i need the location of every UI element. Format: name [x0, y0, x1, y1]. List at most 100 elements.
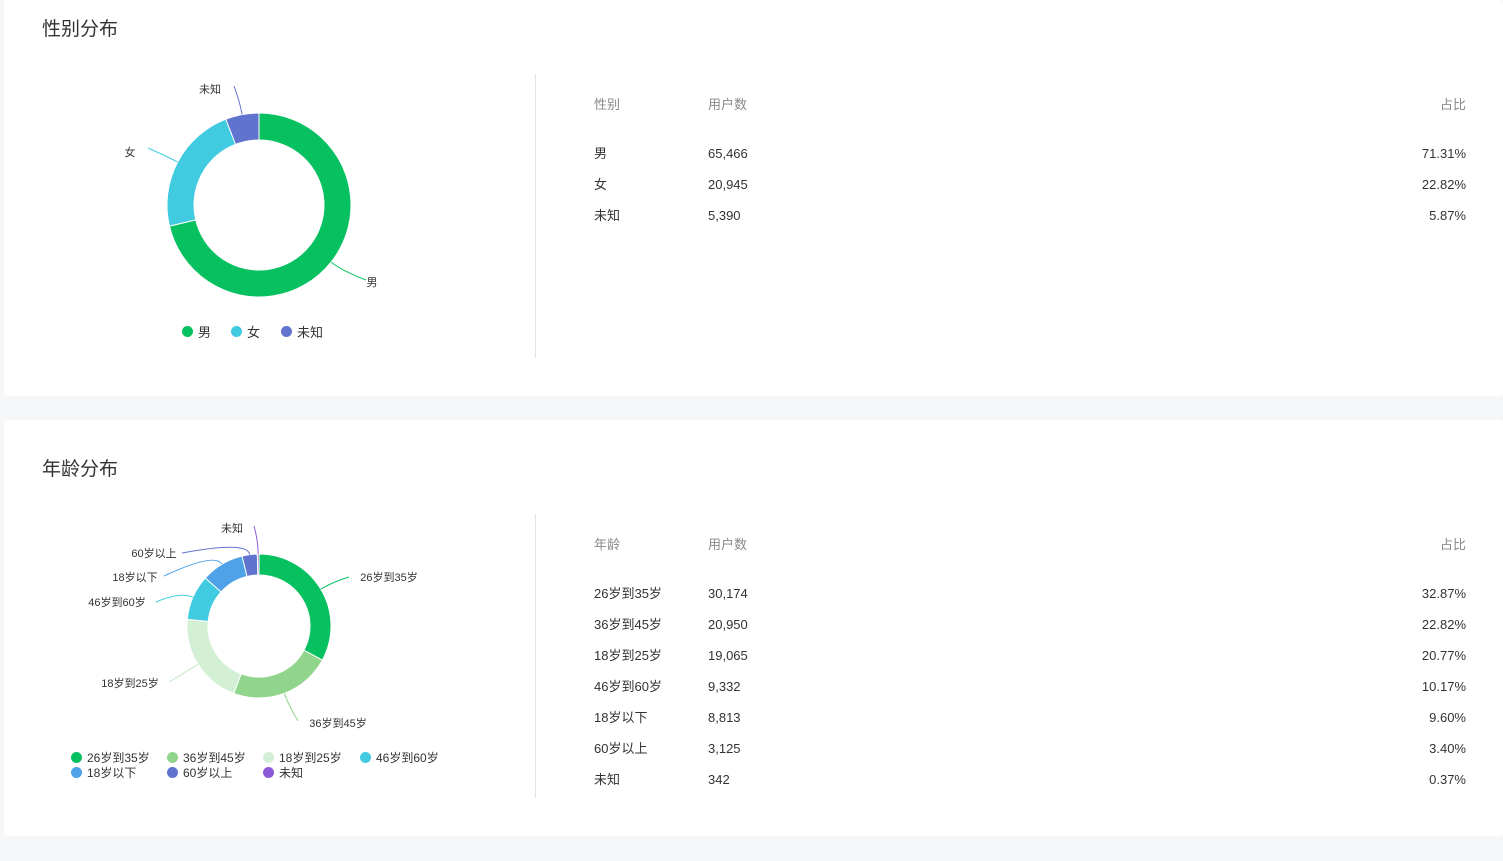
label-leader-line — [233, 85, 243, 115]
row-label: 男 — [594, 146, 608, 161]
row-ratio: 5.87% — [1429, 208, 1466, 223]
divider — [535, 514, 536, 798]
row-count: 65,466 — [708, 146, 748, 161]
row-count: 19,065 — [708, 648, 748, 663]
table-row: 46岁到60岁 9,332 10.17% — [594, 671, 1466, 702]
segment-label: 60岁以上 — [131, 546, 176, 560]
donut-segment[interactable] — [166, 118, 237, 227]
row-label: 女 — [594, 177, 608, 192]
label-leader-line — [330, 261, 367, 281]
legend-dot-icon — [263, 767, 274, 778]
label-leader-line — [253, 525, 259, 555]
age-table: 年龄 用户数 占比 26岁到35岁 30,174 32.87% 36岁到45岁 20,9… — [594, 535, 1466, 795]
donut-segment[interactable] — [186, 618, 242, 695]
row-ratio: 20.77% — [1421, 648, 1466, 663]
row-ratio: 10.17% — [1421, 679, 1466, 694]
legend-item[interactable]: 女 — [231, 322, 260, 341]
label-leader-line — [147, 147, 178, 163]
table-header: 年龄 用户数 占比 — [594, 535, 1466, 578]
table-row: 36岁到45岁 20,950 22.82% — [594, 609, 1466, 640]
label-leader-line — [320, 576, 350, 590]
row-count: 3,125 — [708, 741, 741, 756]
table-row: 未知 342 0.37% — [594, 764, 1466, 795]
header-ratio: 占比 — [1439, 97, 1466, 112]
legend-dot-icon — [182, 326, 193, 337]
row-label: 18岁以下 — [594, 710, 648, 725]
segment-label: 女 — [125, 145, 136, 159]
divider — [535, 74, 536, 358]
segment-label: 36岁到45岁 — [309, 716, 366, 730]
row-count: 342 — [708, 772, 730, 787]
row-count: 5,390 — [708, 208, 741, 223]
segment-label: 18岁以下 — [112, 570, 157, 584]
legend-dot-icon — [167, 752, 178, 763]
legend-label: 60岁以上 — [183, 766, 233, 780]
donut-segment[interactable] — [258, 553, 332, 661]
table-row: 女 20,945 22.82% — [594, 169, 1466, 200]
row-ratio: 3.40% — [1429, 741, 1466, 756]
row-count: 20,950 — [708, 617, 748, 632]
label-leader-line — [168, 663, 199, 683]
row-label: 未知 — [594, 772, 621, 787]
row-ratio: 22.82% — [1421, 617, 1466, 632]
legend-item[interactable]: 60岁以上 — [167, 764, 232, 781]
legend-label: 男 — [198, 325, 212, 340]
legend-dot-icon — [167, 767, 178, 778]
table-row: 18岁以下 8,813 9.60% — [594, 702, 1466, 733]
header-age: 年龄 — [594, 537, 621, 552]
legend-item[interactable]: 18岁以下 — [71, 764, 136, 781]
gender-table: 性别 用户数 占比 男 65,466 71.31% 女 20,945 22.82% 未知 5,… — [594, 95, 1466, 231]
legend-dot-icon — [71, 752, 82, 763]
row-count: 9,332 — [708, 679, 741, 694]
label-leader-line — [181, 546, 251, 555]
legend-dot-icon — [231, 326, 242, 337]
legend-dot-icon — [281, 326, 292, 337]
table-row: 未知 5,390 5.87% — [594, 200, 1466, 231]
segment-label: 46岁到60岁 — [88, 595, 145, 609]
segment-label: 未知 — [221, 521, 243, 535]
row-label: 未知 — [594, 208, 621, 223]
header-users: 用户数 — [708, 97, 748, 112]
row-ratio: 32.87% — [1421, 586, 1466, 601]
table-row: 26岁到35岁 30,174 32.87% — [594, 578, 1466, 609]
legend-dot-icon — [71, 767, 82, 778]
donut-segment[interactable] — [233, 649, 324, 699]
gender-distribution-card: 性别分布 男女未知 男女未知 性别 用户数 占比 男 65,466 71.31% 女 2… — [4, 0, 1503, 396]
table-row: 男 65,466 71.31% — [594, 138, 1466, 169]
segment-label: 18岁到25岁 — [101, 676, 158, 690]
table-header: 性别 用户数 占比 — [594, 95, 1466, 138]
legend-dot-icon — [263, 752, 274, 763]
legend-label: 18岁以下 — [87, 766, 137, 780]
legend-label: 未知 — [279, 766, 304, 780]
segment-label: 男 — [367, 277, 378, 289]
row-ratio: 71.31% — [1421, 146, 1466, 161]
header-users: 用户数 — [708, 537, 748, 552]
row-count: 30,174 — [708, 586, 748, 601]
legend-label: 女 — [247, 325, 261, 340]
row-ratio: 0.37% — [1429, 772, 1466, 787]
row-label: 26岁到35岁 — [594, 586, 662, 601]
table-row: 18岁到25岁 19,065 20.77% — [594, 640, 1466, 671]
legend-label: 46岁到60岁 — [376, 751, 439, 765]
label-leader-line — [283, 693, 299, 722]
table-row: 60岁以上 3,125 3.40% — [594, 733, 1466, 764]
row-ratio: 9.60% — [1429, 710, 1466, 725]
legend-item[interactable]: 未知 — [263, 764, 303, 781]
legend-label: 未知 — [297, 325, 324, 340]
segment-label: 26岁到35岁 — [360, 570, 417, 584]
legend-item[interactable]: 46岁到60岁 — [360, 749, 439, 766]
row-label: 36岁到45岁 — [594, 617, 662, 632]
legend-item[interactable]: 未知 — [281, 322, 323, 341]
row-ratio: 22.82% — [1421, 177, 1466, 192]
label-leader-line — [155, 594, 194, 603]
legend-item[interactable]: 男 — [182, 322, 211, 341]
header-ratio: 占比 — [1439, 537, 1466, 552]
row-label: 60岁以上 — [594, 741, 648, 756]
row-label: 46岁到60岁 — [594, 679, 662, 694]
segment-label: 未知 — [199, 82, 221, 96]
legend-dot-icon — [360, 752, 371, 763]
row-label: 18岁到25岁 — [594, 648, 662, 663]
donut-segment[interactable] — [256, 553, 260, 576]
header-gender: 性别 — [594, 97, 621, 112]
age-distribution-card: 年龄分布 26岁到35岁 36岁到45岁 18岁到25岁 46岁到60岁 18岁以下 60… — [4, 420, 1503, 836]
